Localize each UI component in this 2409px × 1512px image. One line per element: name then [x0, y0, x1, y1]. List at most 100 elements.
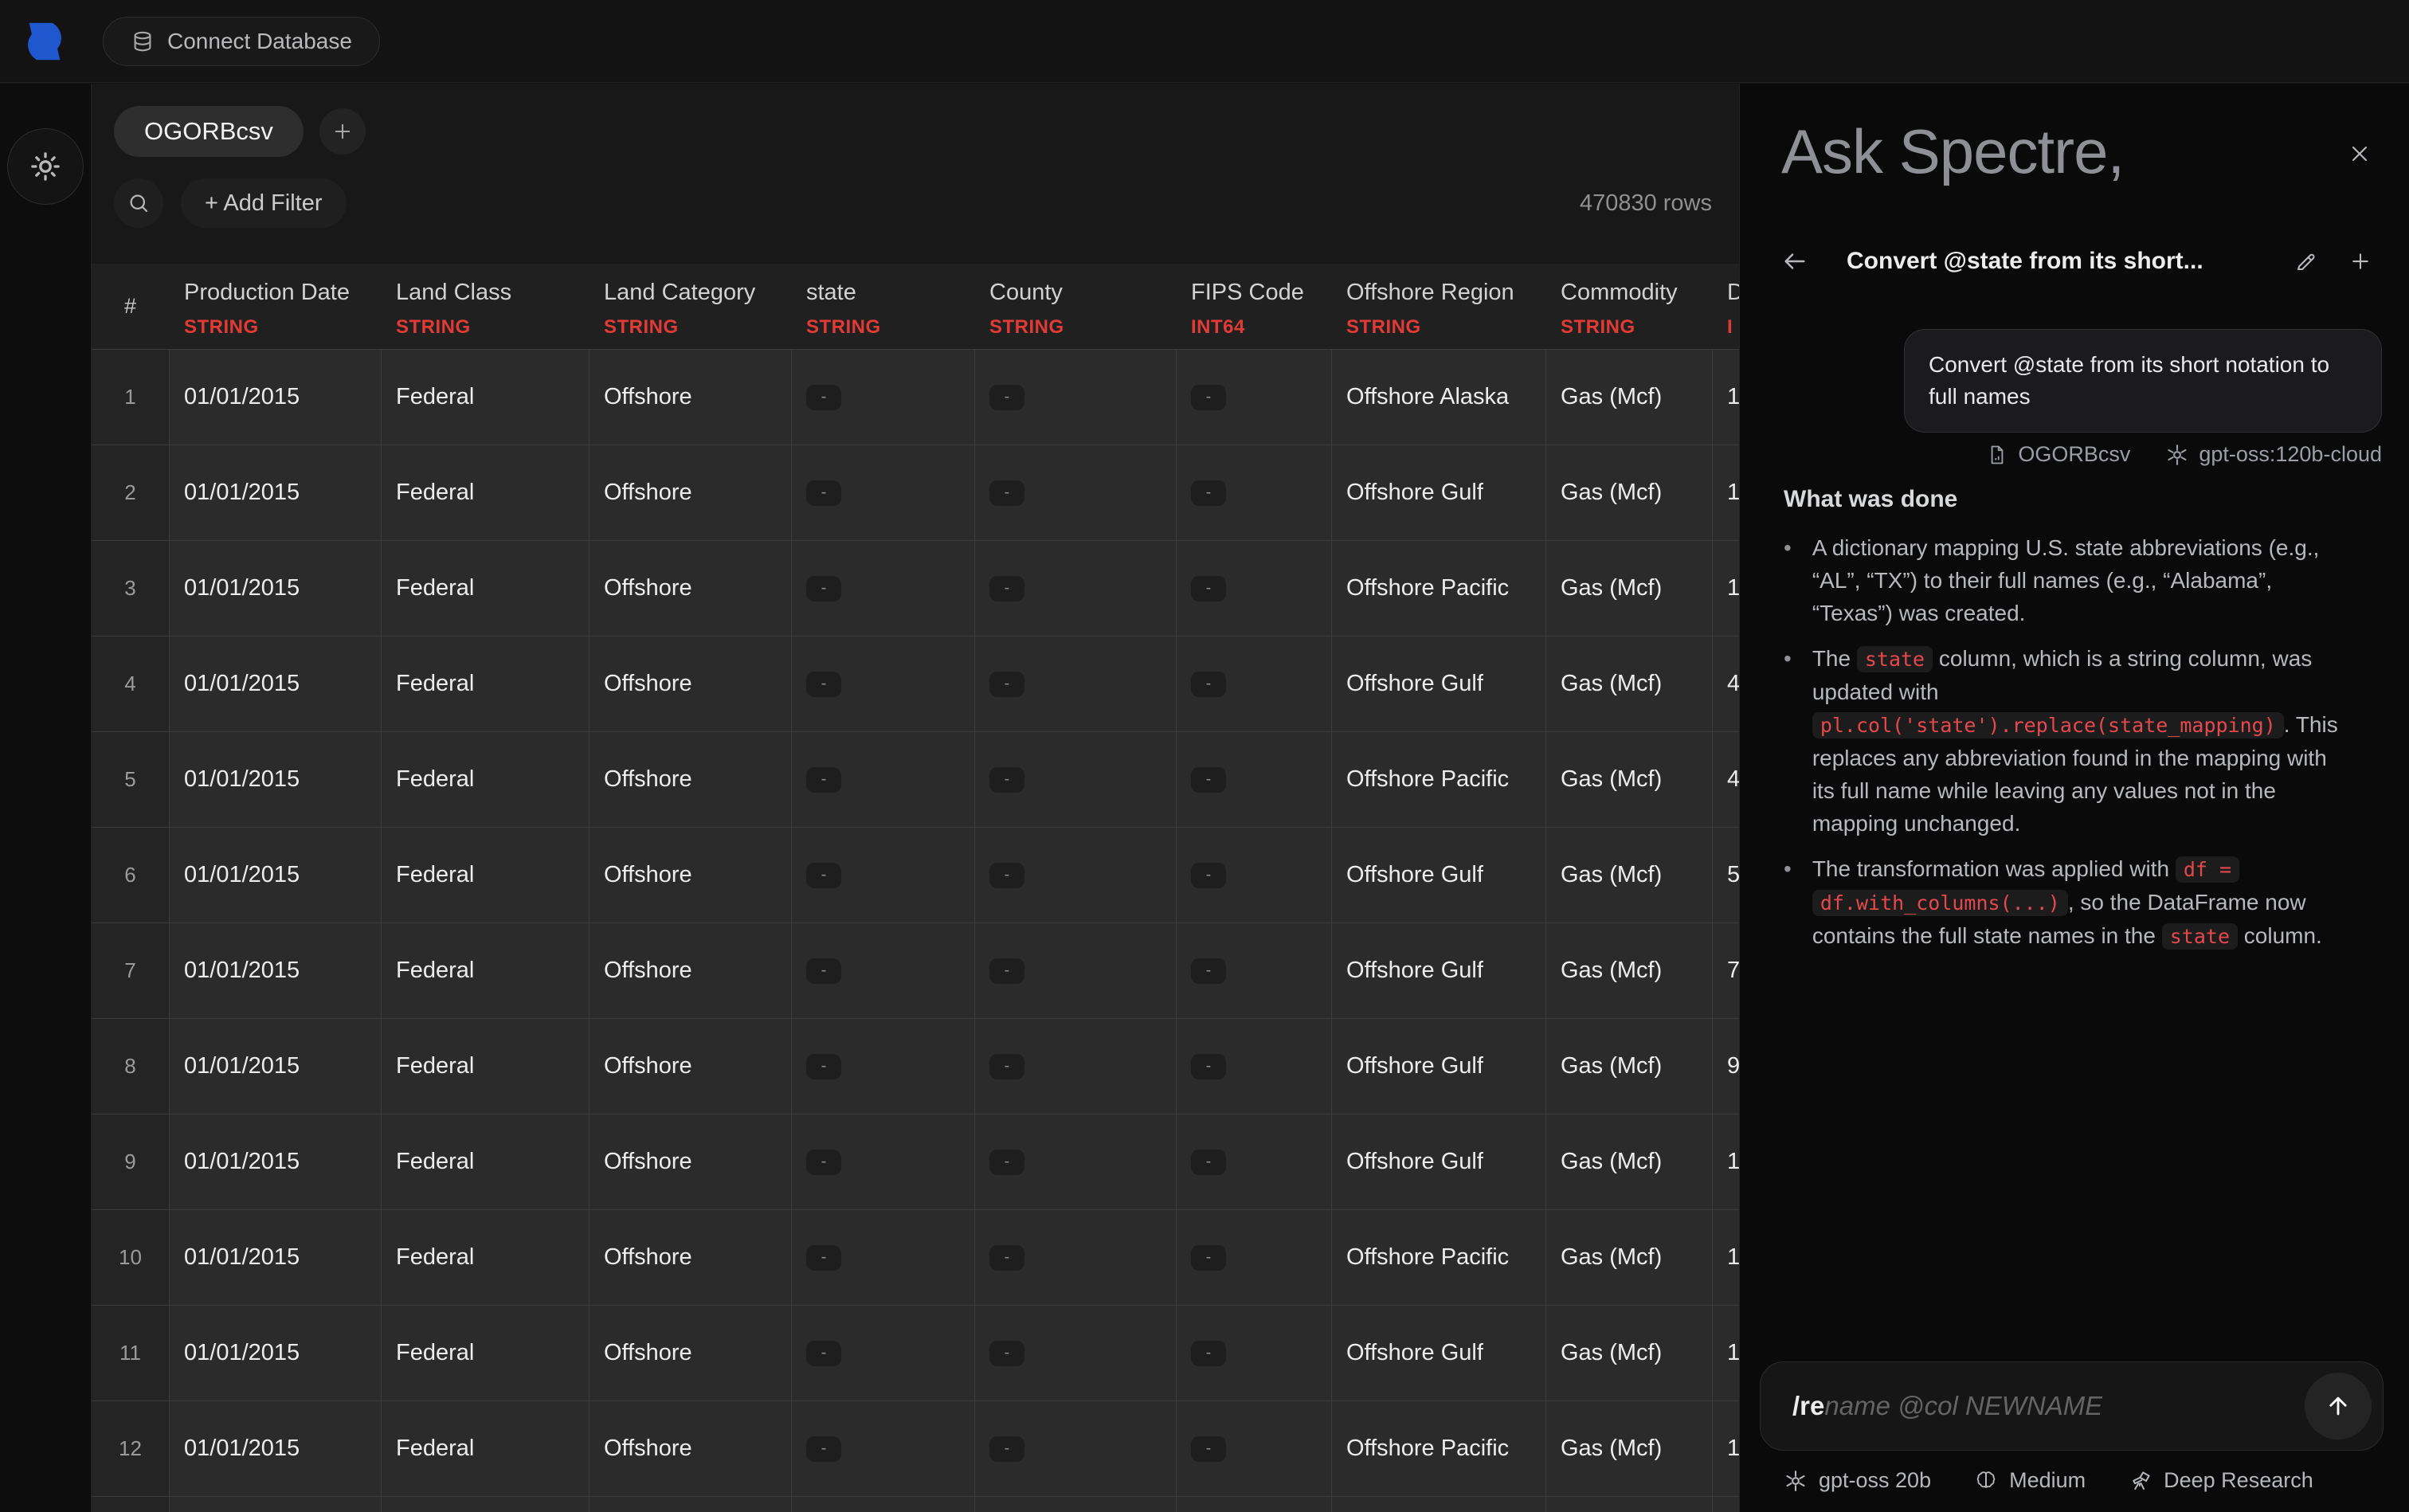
- table-toolbar: + Add Filter: [114, 178, 1712, 229]
- table-row[interactable]: 1101/01/2015FederalOffshore---Offshore G…: [92, 1306, 1911, 1401]
- table-row[interactable]: 801/01/2015FederalOffshore---Offshore Gu…: [92, 1019, 1911, 1114]
- search-button[interactable]: [114, 178, 163, 228]
- table-row[interactable]: 1001/01/2015FederalOffshore---Offshore P…: [92, 1210, 1911, 1306]
- spectre-logo-icon[interactable]: [22, 18, 68, 65]
- null-value-pill: -: [989, 576, 1024, 601]
- column-header[interactable]: Production DateSTRING: [169, 264, 381, 349]
- table-cell: -: [974, 732, 1176, 827]
- table-cell: -: [974, 541, 1176, 636]
- column-type: STRING: [604, 316, 791, 339]
- table-cell: [1176, 1497, 1331, 1512]
- table-cell: Offshore Gulf: [1331, 923, 1545, 1018]
- pencil-icon: [2294, 249, 2318, 273]
- column-header[interactable]: CountySTRING: [974, 264, 1176, 349]
- column-header[interactable]: Land ClassSTRING: [381, 264, 589, 349]
- add-tab-button[interactable]: [319, 108, 366, 155]
- badge-label: OGORBcsv: [2018, 442, 2130, 467]
- table-row[interactable]: 701/01/2015FederalOffshore---Offshore Gu…: [92, 923, 1911, 1019]
- openai-icon: [1784, 1469, 1808, 1493]
- row-count-label: 470830 rows: [1580, 190, 1712, 217]
- badge-label: gpt-oss:120b-cloud: [2199, 442, 2382, 467]
- table-row[interactable]: 201/01/2015FederalOffshore---Offshore Gu…: [92, 445, 1911, 541]
- table-cell: Gas (Mcf): [1545, 923, 1712, 1018]
- column-header[interactable]: Offshore RegionSTRING: [1331, 264, 1545, 349]
- table-cell: Offshore: [589, 1210, 791, 1305]
- table-cell: [169, 1497, 381, 1512]
- new-thread-button[interactable]: [2348, 249, 2372, 273]
- null-value-pill: -: [806, 672, 841, 697]
- table-cell: Offshore: [589, 732, 791, 827]
- table-header-row: # Production DateSTRINGLand ClassSTRINGL…: [92, 264, 1911, 350]
- column-header[interactable]: CommoditySTRING: [1545, 264, 1712, 349]
- table-cell: 01/01/2015: [169, 445, 381, 540]
- table-cell: 01/01/2015: [169, 541, 381, 636]
- table-row[interactable]: [92, 1497, 1911, 1512]
- table-row[interactable]: 601/01/2015FederalOffshore---Offshore Gu…: [92, 828, 1911, 923]
- table-cell: -: [791, 1019, 974, 1114]
- send-button[interactable]: [2305, 1373, 2372, 1440]
- back-button[interactable]: [1781, 248, 1808, 275]
- row-number: 2: [92, 445, 169, 540]
- null-value-pill: -: [989, 1341, 1024, 1366]
- table-cell: -: [974, 1401, 1176, 1496]
- table-cell: -: [1176, 445, 1331, 540]
- column-name: County: [989, 280, 1176, 306]
- connect-database-button[interactable]: Connect Database: [103, 17, 380, 66]
- add-filter-button[interactable]: + Add Filter: [181, 178, 347, 228]
- chat-option-deep-research[interactable]: Deep Research: [2129, 1468, 2313, 1493]
- chat-option-gpt-oss-20b[interactable]: gpt-oss 20b: [1784, 1468, 1931, 1493]
- table-row[interactable]: 501/01/2015FederalOffshore---Offshore Pa…: [92, 732, 1911, 828]
- tab-ogorbcsv[interactable]: OGORBcsv: [114, 106, 304, 157]
- table-cell: 01/01/2015: [169, 1210, 381, 1305]
- chat-input[interactable]: /rename @col NEWNAME: [1760, 1361, 2384, 1451]
- panel-title: Ask Spectre,: [1781, 116, 2124, 188]
- bullet-item: •The transformation was applied with df …: [1784, 852, 2351, 953]
- row-number: 12: [92, 1401, 169, 1496]
- table-cell: -: [791, 1306, 974, 1400]
- null-value-pill: -: [1191, 1436, 1226, 1462]
- table-cell: 01/01/2015: [169, 1019, 381, 1114]
- column-header[interactable]: Land CategorySTRING: [589, 264, 791, 349]
- column-header[interactable]: stateSTRING: [791, 264, 974, 349]
- inline-code: pl.col('state').replace(state_mapping): [1812, 712, 2284, 738]
- typed-text: /re: [1792, 1391, 1824, 1420]
- chat-option-medium[interactable]: Medium: [1974, 1468, 2086, 1493]
- search-icon: [127, 191, 151, 215]
- bullet-marker: •: [1784, 642, 1792, 840]
- null-value-pill: -: [806, 958, 841, 984]
- table-cell: Offshore: [589, 923, 791, 1018]
- column-type: STRING: [806, 316, 974, 339]
- table-cell: Offshore Gulf: [1331, 637, 1545, 731]
- table-row[interactable]: 401/01/2015FederalOffshore---Offshore Gu…: [92, 637, 1911, 732]
- chat-option-label: gpt-oss 20b: [1819, 1468, 1931, 1493]
- bullet-item: •The state column, which is a string col…: [1784, 642, 2351, 840]
- null-value-pill: -: [1191, 958, 1226, 984]
- column-name: FIPS Code: [1191, 280, 1331, 306]
- table-row[interactable]: 101/01/2015FederalOffshore---Offshore Al…: [92, 350, 1911, 445]
- ask-spectre-panel: Ask Spectre, Convert @state from its sho…: [1739, 84, 2409, 1512]
- table-row[interactable]: 1201/01/2015FederalOffshore---Offshore P…: [92, 1401, 1911, 1497]
- theme-toggle-button[interactable]: [7, 128, 84, 205]
- inline-code: df =: [2176, 856, 2239, 883]
- table-row[interactable]: 901/01/2015FederalOffshore---Offshore Gu…: [92, 1114, 1911, 1210]
- table-cell: Federal: [381, 1114, 589, 1209]
- table-cell: Offshore: [589, 828, 791, 922]
- chat-option-label: Medium: [2009, 1468, 2086, 1493]
- row-number: 7: [92, 923, 169, 1018]
- null-value-pill: -: [989, 1150, 1024, 1175]
- row-number: 6: [92, 828, 169, 922]
- null-value-pill: -: [989, 1245, 1024, 1271]
- table-cell: Offshore Gulf: [1331, 1306, 1545, 1400]
- row-number: 1: [92, 350, 169, 445]
- table-cell: 01/01/2015: [169, 1114, 381, 1209]
- table-cell: Gas (Mcf): [1545, 732, 1712, 827]
- column-header[interactable]: FIPS CodeINT64: [1176, 264, 1331, 349]
- top-navbar: Connect Database: [0, 0, 2409, 83]
- close-panel-button[interactable]: [2347, 141, 2372, 166]
- edit-thread-button[interactable]: [2294, 249, 2318, 273]
- table-row[interactable]: 301/01/2015FederalOffshore---Offshore Pa…: [92, 541, 1911, 637]
- sun-icon: [28, 149, 63, 184]
- chat-input-text: /rename @col NEWNAME: [1792, 1391, 2102, 1421]
- row-number: 3: [92, 541, 169, 636]
- plus-icon: [2348, 249, 2372, 273]
